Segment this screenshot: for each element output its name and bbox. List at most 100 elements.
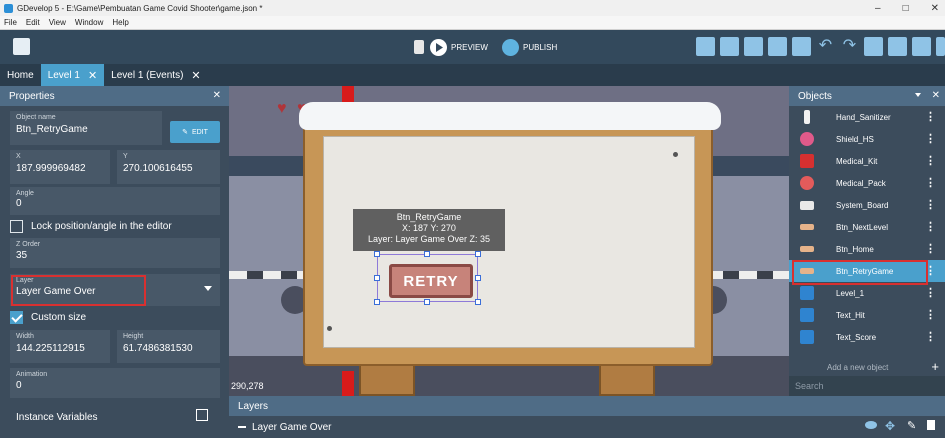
- window-title: GDevelop 5 - E:\Game\Pembuatan Game Covi…: [17, 3, 263, 13]
- more-options-icon[interactable]: ⋮: [925, 308, 936, 321]
- resize-handle[interactable]: [374, 299, 380, 305]
- height-field[interactable]: Height 61.7486381530: [117, 330, 220, 363]
- edit-scene-icon[interactable]: [936, 37, 945, 56]
- tab-level-1[interactable]: Level 1 ✕: [40, 64, 105, 86]
- x-field[interactable]: X 187.999969482: [10, 150, 110, 184]
- resize-handle[interactable]: [475, 275, 481, 281]
- objects-panel: Objects ✕ Hand_Sanitizer ⋮ Shield_HS ⋮ M…: [789, 86, 945, 396]
- eye-icon[interactable]: [865, 421, 877, 429]
- layers-panel-icon[interactable]: [792, 37, 811, 56]
- object-item-level-1[interactable]: Level_1 ⋮: [789, 282, 945, 304]
- object-search-input[interactable]: Search: [789, 376, 945, 396]
- objects-panel-icon[interactable]: [696, 37, 715, 56]
- medkit-icon: [800, 154, 814, 168]
- shield-icon: [800, 132, 814, 146]
- object-item-medical-pack[interactable]: Medical_Pack ⋮: [789, 172, 945, 194]
- close-window-icon[interactable]: ✕: [931, 3, 939, 14]
- y-field[interactable]: Y 270.100616455: [117, 150, 220, 184]
- animation-value: 0: [16, 380, 22, 391]
- open-external-icon[interactable]: [196, 409, 208, 421]
- properties-panel-icon[interactable]: [744, 37, 763, 56]
- objects-header: Objects ✕: [789, 86, 945, 106]
- menu-edit[interactable]: Edit: [26, 18, 40, 27]
- text-icon: [800, 308, 814, 322]
- preview-button[interactable]: PREVIEW: [430, 38, 488, 56]
- angle-field[interactable]: Angle 0: [10, 187, 220, 215]
- chevron-down-icon[interactable]: [915, 93, 921, 97]
- more-options-icon[interactable]: ⋮: [925, 154, 936, 167]
- more-options-icon[interactable]: ⋮: [925, 176, 936, 189]
- preview-settings-icon[interactable]: [414, 40, 424, 54]
- dropdown-arrow-icon: [204, 286, 212, 291]
- edit-object-button[interactable]: ✎ EDIT: [170, 121, 220, 143]
- grid-icon[interactable]: [888, 37, 907, 56]
- undo-icon[interactable]: ↶: [816, 37, 835, 56]
- zoom-icon[interactable]: [912, 37, 931, 56]
- scene-canvas[interactable]: ♥ ♥ ♥ Btn_RetryGame X: 187 Y: 270 Layer:…: [229, 86, 789, 396]
- plus-icon: +: [931, 359, 939, 374]
- pencil-icon[interactable]: ✎: [907, 419, 916, 432]
- tab-home[interactable]: Home: [0, 64, 41, 86]
- menu-help[interactable]: Help: [112, 18, 128, 27]
- menu-file[interactable]: File: [4, 18, 17, 27]
- add-new-object-button[interactable]: Add a new object +: [789, 358, 945, 376]
- menu-window[interactable]: Window: [75, 18, 103, 27]
- object-groups-icon[interactable]: [720, 37, 739, 56]
- close-tab-icon[interactable]: ✕: [191, 69, 200, 82]
- more-options-icon[interactable]: ⋮: [925, 220, 936, 233]
- move-icon[interactable]: ✥: [885, 419, 895, 433]
- play-icon: [430, 38, 447, 56]
- publish-button[interactable]: PUBLISH: [502, 38, 557, 56]
- menu-bar: File Edit View Window Help: [0, 16, 945, 30]
- more-options-icon[interactable]: ⋮: [925, 198, 936, 211]
- object-item-btn-home[interactable]: Btn_Home ⋮: [789, 238, 945, 260]
- maximize-icon[interactable]: □: [903, 3, 909, 14]
- checkbox-checked[interactable]: [10, 311, 23, 324]
- more-options-icon[interactable]: ⋮: [925, 132, 936, 145]
- redo-icon[interactable]: ↷: [840, 37, 859, 56]
- object-item-shield-hs[interactable]: Shield_HS ⋮: [789, 128, 945, 150]
- x-value: 187.999969482: [16, 163, 86, 174]
- nail-icon: [673, 152, 678, 157]
- resize-handle[interactable]: [374, 251, 380, 257]
- object-item-system-board[interactable]: System_Board ⋮: [789, 194, 945, 216]
- lock-position-checkbox[interactable]: Lock position/angle in the editor: [10, 220, 172, 233]
- more-options-icon[interactable]: ⋮: [925, 330, 936, 343]
- trash-icon[interactable]: [927, 420, 935, 430]
- tab-level-1-events[interactable]: Level 1 (Events) ✕: [104, 64, 207, 86]
- resize-handle[interactable]: [424, 251, 430, 257]
- checkbox-unchecked[interactable]: [10, 220, 23, 233]
- object-item-hand-sanitizer[interactable]: Hand_Sanitizer ⋮: [789, 106, 945, 128]
- object-name: Medical_Kit: [836, 156, 878, 166]
- scene-settings-icon[interactable]: [864, 37, 883, 56]
- object-item-text-score[interactable]: Text_Score ⋮: [789, 326, 945, 348]
- more-options-icon[interactable]: ⋮: [925, 110, 936, 123]
- instances-list-icon[interactable]: [768, 37, 787, 56]
- close-tab-icon[interactable]: ✕: [88, 69, 97, 82]
- object-item-medical-kit[interactable]: Medical_Kit ⋮: [789, 150, 945, 172]
- zorder-field[interactable]: Z Order 35: [10, 238, 220, 268]
- bottle-icon: [804, 110, 810, 124]
- resize-handle[interactable]: [424, 299, 430, 305]
- object-name: Medical_Pack: [836, 178, 886, 188]
- close-panel-icon[interactable]: ✕: [932, 90, 940, 101]
- drag-handle-icon[interactable]: [238, 426, 246, 428]
- layer-row[interactable]: Layer Game Over ✥ ✎: [229, 416, 945, 438]
- close-panel-icon[interactable]: ✕: [213, 90, 221, 101]
- more-options-icon[interactable]: ⋮: [925, 242, 936, 255]
- custom-size-checkbox[interactable]: Custom size: [10, 311, 86, 324]
- project-manager-icon[interactable]: [13, 38, 30, 55]
- resize-handle[interactable]: [475, 299, 481, 305]
- angle-label: Angle: [16, 190, 34, 197]
- retry-button-instance[interactable]: RETRY: [389, 264, 473, 298]
- resize-handle[interactable]: [374, 275, 380, 281]
- width-field[interactable]: Width 144.225112915: [10, 330, 110, 363]
- minimize-icon[interactable]: –: [875, 3, 881, 14]
- more-options-icon[interactable]: ⋮: [925, 286, 936, 299]
- angle-value: 0: [16, 198, 22, 209]
- object-item-text-hit[interactable]: Text_Hit ⋮: [789, 304, 945, 326]
- animation-field[interactable]: Animation 0: [10, 368, 220, 398]
- menu-view[interactable]: View: [49, 18, 66, 27]
- resize-handle[interactable]: [475, 251, 481, 257]
- object-item-btn-nextlevel[interactable]: Btn_NextLevel ⋮: [789, 216, 945, 238]
